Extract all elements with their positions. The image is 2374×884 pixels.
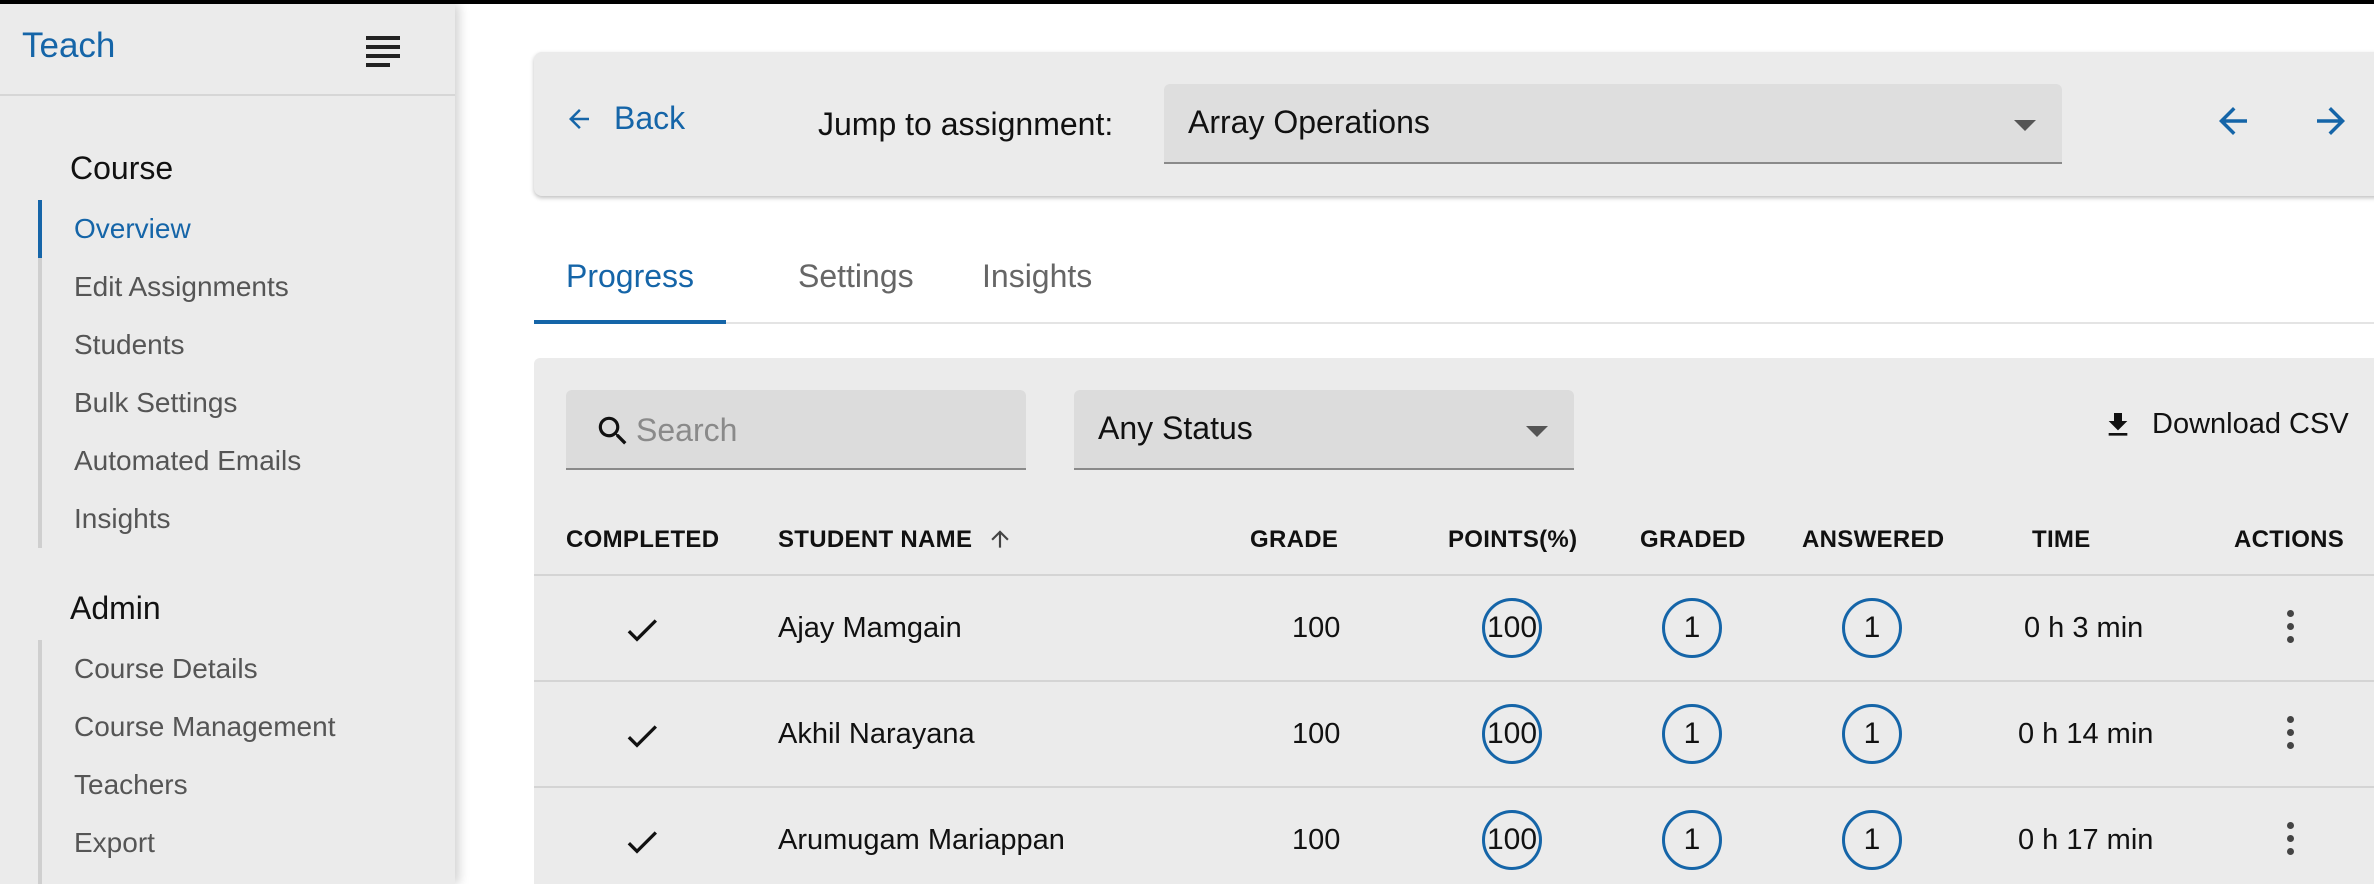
course-section-title: Course <box>70 150 174 186</box>
sidebar-item-teachers[interactable]: Teachers <box>42 756 438 814</box>
arrow-left-icon <box>569 108 589 129</box>
check-icon <box>627 725 657 748</box>
download-csv-button[interactable]: Download CSV <box>2102 408 2349 441</box>
points-badge[interactable]: 100 <box>1482 810 1542 870</box>
search-field <box>566 390 1026 470</box>
admin-nav: Course Details Course Management Teacher… <box>38 640 438 884</box>
more-actions-icon[interactable] <box>2280 822 2300 862</box>
sidebar-item-edit-assignments[interactable]: Edit Assignments <box>42 258 438 316</box>
sidebar-item-students[interactable]: Students <box>42 316 438 374</box>
graded-badge[interactable]: 1 <box>1662 810 1722 870</box>
header-time[interactable]: TIME <box>2032 526 2091 554</box>
admin-section-title: Admin <box>70 590 161 626</box>
status-filter-value: Any Status <box>1098 410 1253 446</box>
app-title: Teach <box>22 26 116 65</box>
assignment-select[interactable]: Array Operations <box>1164 84 2062 164</box>
header-grade[interactable]: GRADE <box>1250 526 1338 554</box>
assignment-select-value: Array Operations <box>1188 104 1430 140</box>
sidebar-item-course-details[interactable]: Course Details <box>42 640 438 698</box>
tab-insights[interactable]: Insights <box>950 240 1124 324</box>
grade-value: 100 <box>1292 718 1341 750</box>
header-student-name[interactable]: STUDENT NAME <box>778 526 1013 554</box>
check-icon <box>627 619 657 642</box>
student-name: Akhil Narayana <box>778 718 975 750</box>
previous-assignment-icon[interactable] <box>2212 100 2254 142</box>
header-graded[interactable]: GRADED <box>1640 526 1746 554</box>
more-actions-icon[interactable] <box>2280 610 2300 650</box>
sidebar-item-export[interactable]: Export <box>42 814 438 872</box>
header-completed[interactable]: COMPLETED <box>566 526 719 554</box>
tab-settings[interactable]: Settings <box>766 240 946 324</box>
more-actions-icon[interactable] <box>2280 716 2300 756</box>
header-student-name-label: STUDENT NAME <box>778 526 973 553</box>
back-label: Back <box>614 100 686 136</box>
download-csv-label: Download CSV <box>2152 408 2349 440</box>
header-actions: ACTIONS <box>2234 526 2345 553</box>
sidebar-item-automated-emails[interactable]: Automated Emails <box>42 432 438 490</box>
sidebar-item-course-management[interactable]: Course Management <box>42 698 438 756</box>
sidebar-item-insights[interactable]: Insights <box>42 490 438 548</box>
course-nav: Overview Edit Assignments Students Bulk … <box>38 200 438 548</box>
tab-bar: Progress Settings Insights <box>534 240 2374 324</box>
answered-badge[interactable]: 1 <box>1842 810 1902 870</box>
download-icon <box>2108 412 2128 436</box>
sidebar-item-bulk-settings[interactable]: Bulk Settings <box>42 374 438 432</box>
points-badge[interactable]: 100 <box>1482 598 1542 658</box>
grade-value: 100 <box>1292 824 1341 856</box>
sidebar-header: Teach <box>0 4 455 96</box>
table-row[interactable]: Ajay Mamgain 100 100 1 1 0 h 3 min <box>534 576 2374 682</box>
table-row[interactable]: Arumugam Mariappan 100 100 1 1 0 h 17 mi… <box>534 788 2374 884</box>
graded-badge[interactable]: 1 <box>1662 598 1722 658</box>
time-value: 0 h 3 min <box>2024 612 2144 644</box>
student-name: Arumugam Mariappan <box>778 824 1065 856</box>
table-header: COMPLETED STUDENT NAME GRADE POINTS(%) G… <box>534 508 2374 576</box>
caret-down-icon <box>1526 426 1548 437</box>
answered-badge[interactable]: 1 <box>1842 704 1902 764</box>
header-answered[interactable]: ANSWERED <box>1802 526 1944 554</box>
answered-badge[interactable]: 1 <box>1842 598 1902 658</box>
progress-card: Any Status Download CSV COMPLETED STUDEN… <box>534 358 2374 884</box>
time-value: 0 h 14 min <box>2018 718 2154 750</box>
back-button[interactable]: Back <box>564 100 685 137</box>
caret-down-icon <box>2014 120 2036 131</box>
header-points[interactable]: POINTS(%) <box>1448 526 1577 554</box>
search-icon <box>598 416 627 445</box>
grade-value: 100 <box>1292 612 1341 644</box>
status-filter-select[interactable]: Any Status <box>1074 390 1574 470</box>
sidebar: Teach Course Overview Edit Assignments S… <box>0 4 455 884</box>
menu-icon[interactable] <box>366 36 400 67</box>
next-assignment-icon[interactable] <box>2310 100 2352 142</box>
sort-ascending-icon <box>991 530 1009 548</box>
graded-badge[interactable]: 1 <box>1662 704 1722 764</box>
sidebar-item-overview[interactable]: Overview <box>38 200 438 258</box>
check-icon <box>627 831 657 854</box>
points-badge[interactable]: 100 <box>1482 704 1542 764</box>
search-input[interactable] <box>636 404 1006 456</box>
tab-progress[interactable]: Progress <box>534 240 727 324</box>
table-row[interactable]: Akhil Narayana 100 100 1 1 0 h 14 min <box>534 682 2374 788</box>
jump-label: Jump to assignment: <box>818 106 1114 142</box>
student-name: Ajay Mamgain <box>778 612 962 644</box>
time-value: 0 h 17 min <box>2018 824 2154 856</box>
assignment-bar: Back Jump to assignment: Array Operation… <box>534 52 2374 196</box>
